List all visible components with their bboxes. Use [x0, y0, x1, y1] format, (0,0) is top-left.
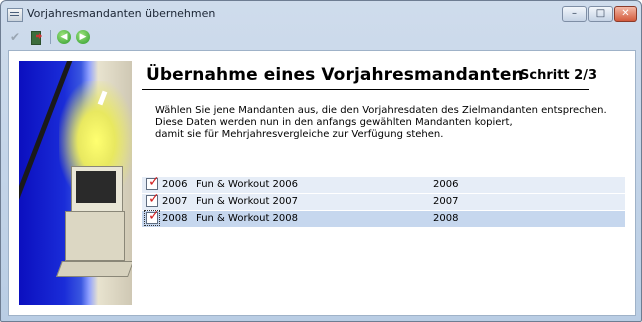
- check-icon[interactable]: ✔: [7, 29, 23, 45]
- step-indicator: Schritt 2/3: [520, 68, 597, 83]
- maximize-button[interactable]: □: [588, 6, 613, 22]
- checkmark-icon: ✓: [148, 191, 160, 207]
- toolbar-separator: [50, 30, 51, 44]
- year-cell: 2006: [162, 179, 188, 190]
- toolbar: ✔ ◀ ▶: [1, 27, 641, 47]
- checkmark-icon: ✓: [148, 208, 160, 224]
- name-cell: Fun & Workout 2006: [196, 179, 299, 190]
- checkmark-icon: ✓: [148, 174, 160, 190]
- name-cell: Fun & Workout 2008: [196, 213, 299, 224]
- table-row[interactable]: ✓ 2007 Fun & Workout 2007 2007: [142, 191, 625, 211]
- title-bar[interactable]: Vorjahresmandanten übernehmen – □ ✕: [1, 1, 641, 27]
- exit-door-icon[interactable]: [28, 29, 44, 45]
- wizard-heading: Übernahme eines Vorjahresmandanten: [146, 65, 524, 85]
- value-cell: 2007: [433, 196, 459, 207]
- table-row-selected[interactable]: ✓ 2008 Fun & Workout 2008 2008: [142, 208, 625, 228]
- name-cell: Fun & Workout 2007: [196, 196, 299, 207]
- row-checkbox[interactable]: ✓: [146, 191, 160, 207]
- year-cell: 2007: [162, 196, 188, 207]
- forward-arrow-icon[interactable]: ▶: [76, 30, 90, 44]
- minimize-button[interactable]: –: [562, 6, 587, 22]
- close-button[interactable]: ✕: [614, 6, 637, 22]
- table-row[interactable]: ✓ 2006 Fun & Workout 2006 2006: [142, 174, 625, 194]
- year-cell: 2008: [162, 213, 188, 224]
- row-checkbox[interactable]: ✓: [146, 174, 160, 190]
- wizard-panel: Übernahme eines Vorjahresmandanten Schri…: [8, 50, 636, 316]
- value-cell: 2008: [433, 213, 459, 224]
- heading-divider: [142, 89, 589, 90]
- back-arrow-icon[interactable]: ◀: [57, 30, 71, 44]
- window-title: Vorjahresmandanten übernehmen: [27, 7, 216, 20]
- dialog-window: Vorjahresmandanten übernehmen – □ ✕ ✔ ◀ …: [0, 0, 642, 322]
- row-checkbox[interactable]: ✓: [144, 208, 160, 226]
- mandanten-table: ✓ 2006 Fun & Workout 2006 2006 ✓ 2007 Fu…: [142, 174, 625, 228]
- value-cell: 2006: [433, 179, 459, 190]
- wizard-illustration: [19, 61, 132, 305]
- app-window-icon: [7, 8, 23, 22]
- wizard-description: Wählen Sie jene Mandanten aus, die den V…: [155, 105, 607, 140]
